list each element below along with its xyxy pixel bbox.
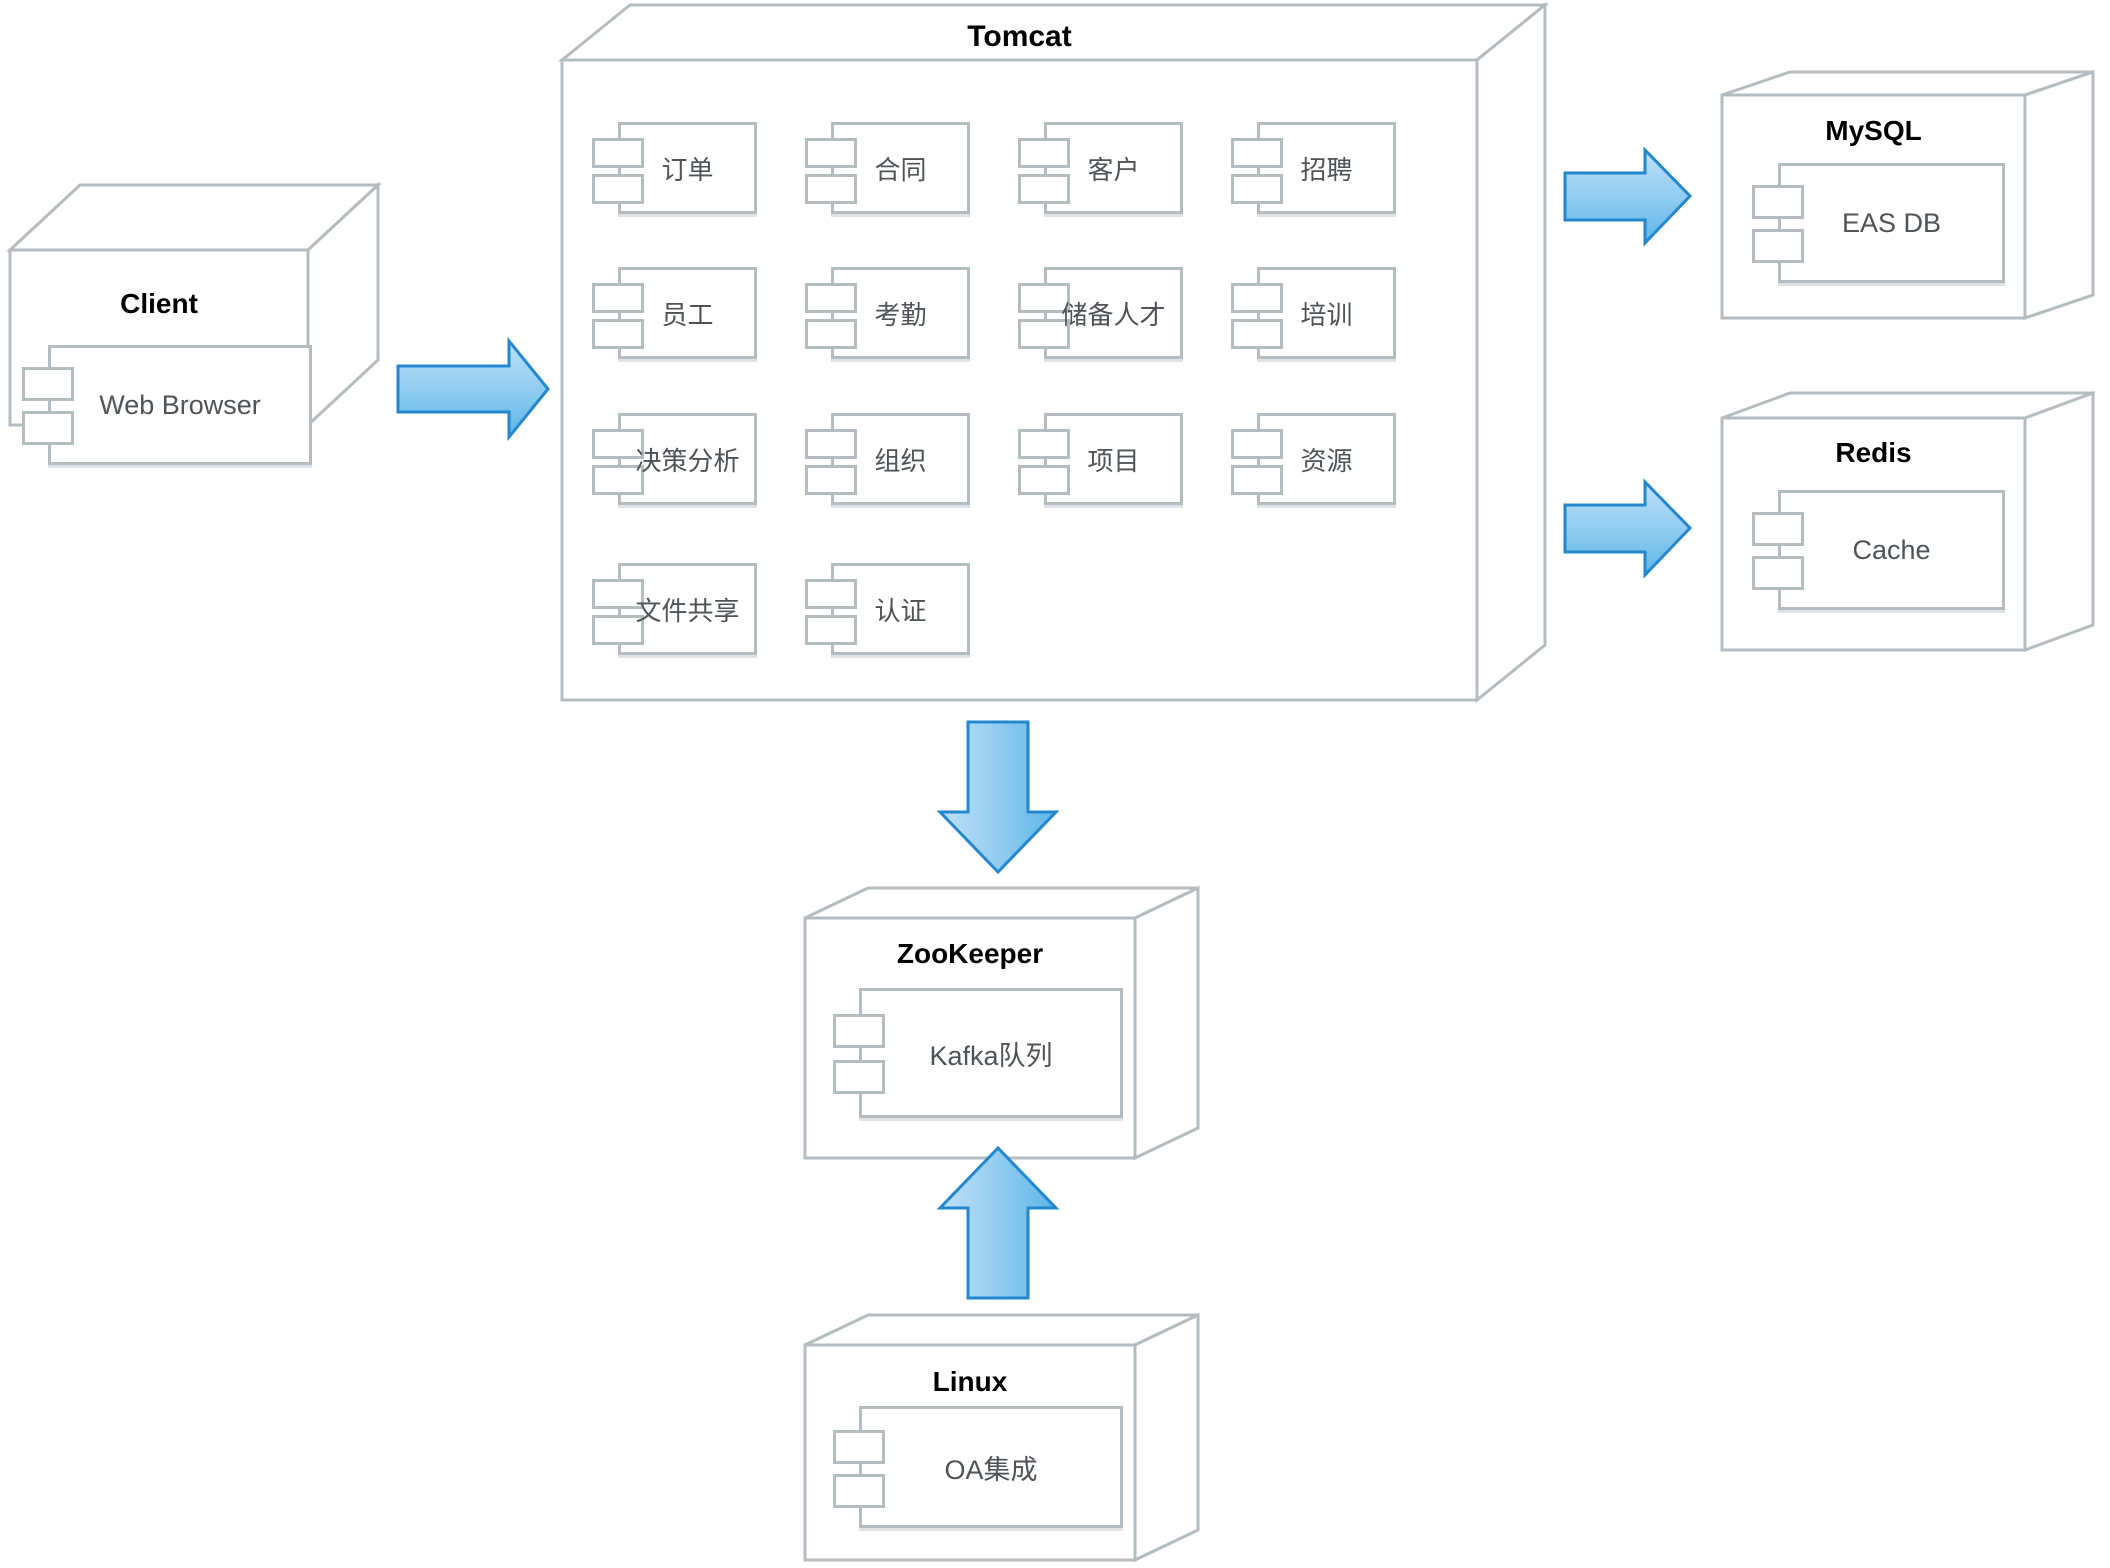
component-label: 订单 — [661, 154, 714, 185]
component-web-browser[interactable]: Web Browser — [22, 345, 312, 465]
component-cache[interactable]: Cache — [1752, 490, 2005, 610]
architecture-diagram-canvas: Tomcat Client MySQL Redis ZooKeeper Linu… — [0, 0, 2110, 1568]
component-tab-lower-icon — [805, 615, 857, 645]
component-tab-upper-icon — [833, 1014, 885, 1048]
component-decision-analysis[interactable]: 决策分析 — [592, 413, 757, 505]
component-oa-integration[interactable]: OA集成 — [833, 1406, 1123, 1528]
node-title-linux: Linux — [932, 1366, 1008, 1397]
component-tab-upper-icon — [1752, 185, 1804, 219]
component-label: 考勤 — [874, 299, 927, 330]
component-tab-upper-icon — [1018, 429, 1070, 459]
component-label: 项目 — [1087, 445, 1140, 476]
component-tab-upper-icon — [1231, 429, 1283, 459]
node-title-zookeeper: ZooKeeper — [896, 938, 1044, 969]
arrow-tomcat-to-zookeeper — [936, 720, 1060, 875]
component-recruitment[interactable]: 招聘 — [1231, 122, 1396, 214]
component-label: 文件共享 — [635, 595, 740, 626]
arrow-tomcat-to-redis — [1563, 478, 1693, 579]
component-tab-lower-icon — [592, 174, 644, 204]
component-tab-lower-icon — [592, 319, 644, 349]
component-label: OA集成 — [944, 1454, 1038, 1485]
component-tab-lower-icon — [1231, 465, 1283, 495]
component-tab-lower-icon — [805, 174, 857, 204]
component-authentication[interactable]: 认证 — [805, 563, 970, 655]
arrow-tomcat-to-mysql — [1563, 146, 1693, 247]
node-title-tomcat: Tomcat — [967, 20, 1072, 53]
component-tab-upper-icon — [1018, 138, 1070, 168]
component-label: 决策分析 — [635, 445, 740, 476]
component-eas-db[interactable]: EAS DB — [1752, 163, 2005, 283]
component-tab-lower-icon — [1018, 465, 1070, 495]
component-body: EAS DB — [1778, 163, 2005, 283]
component-label: 员工 — [661, 299, 714, 330]
node-title-redis: Redis — [1835, 437, 1912, 468]
component-tab-upper-icon — [1752, 512, 1804, 546]
component-training[interactable]: 培训 — [1231, 267, 1396, 359]
component-label: EAS DB — [1841, 207, 1942, 238]
component-tab-upper-icon — [805, 283, 857, 313]
component-tab-lower-icon — [1231, 174, 1283, 204]
component-tab-lower-icon — [1231, 319, 1283, 349]
component-tab-upper-icon — [22, 367, 74, 401]
component-organization[interactable]: 组织 — [805, 413, 970, 505]
component-tab-lower-icon — [1752, 556, 1804, 590]
component-label: Kafka队列 — [929, 1040, 1053, 1071]
component-contract[interactable]: 合同 — [805, 122, 970, 214]
component-label: 储备人才 — [1061, 299, 1166, 330]
component-label: 组织 — [874, 445, 927, 476]
component-tab-lower-icon — [833, 1474, 885, 1508]
node-title-client: Client — [120, 288, 198, 319]
component-label: 培训 — [1300, 299, 1353, 330]
component-body: OA集成 — [859, 1406, 1123, 1528]
component-label: 招聘 — [1300, 154, 1353, 185]
component-label: 资源 — [1300, 445, 1353, 476]
component-label: Cache — [1852, 534, 1931, 565]
component-tab-lower-icon — [805, 319, 857, 349]
component-order[interactable]: 订单 — [592, 122, 757, 214]
component-file-sharing[interactable]: 文件共享 — [592, 563, 757, 655]
component-employee[interactable]: 员工 — [592, 267, 757, 359]
component-tab-upper-icon — [805, 138, 857, 168]
component-resource[interactable]: 资源 — [1231, 413, 1396, 505]
component-body: Kafka队列 — [859, 988, 1123, 1118]
component-tab-upper-icon — [1231, 283, 1283, 313]
component-attendance[interactable]: 考勤 — [805, 267, 970, 359]
component-tab-upper-icon — [592, 283, 644, 313]
component-body: Web Browser — [48, 345, 312, 465]
component-tab-lower-icon — [1018, 174, 1070, 204]
component-label: 客户 — [1087, 154, 1140, 185]
component-tab-upper-icon — [833, 1430, 885, 1464]
component-tab-upper-icon — [805, 579, 857, 609]
component-project[interactable]: 项目 — [1018, 413, 1183, 505]
component-body: Cache — [1778, 490, 2005, 610]
component-tab-upper-icon — [1231, 138, 1283, 168]
component-tab-upper-icon — [592, 138, 644, 168]
component-label: Web Browser — [99, 389, 261, 420]
component-label: 认证 — [874, 595, 927, 626]
node-title-mysql: MySQL — [1825, 115, 1922, 146]
arrow-client-to-tomcat — [396, 336, 550, 442]
component-label: 合同 — [874, 154, 927, 185]
component-tab-lower-icon — [805, 465, 857, 495]
component-talent-pool[interactable]: 储备人才 — [1018, 267, 1183, 359]
arrow-linux-to-zookeeper — [936, 1145, 1060, 1300]
component-kafka-queue[interactable]: Kafka队列 — [833, 988, 1123, 1118]
component-tab-lower-icon — [1752, 229, 1804, 263]
component-tab-lower-icon — [833, 1060, 885, 1094]
component-tab-upper-icon — [805, 429, 857, 459]
component-customer[interactable]: 客户 — [1018, 122, 1183, 214]
component-tab-lower-icon — [22, 411, 74, 445]
